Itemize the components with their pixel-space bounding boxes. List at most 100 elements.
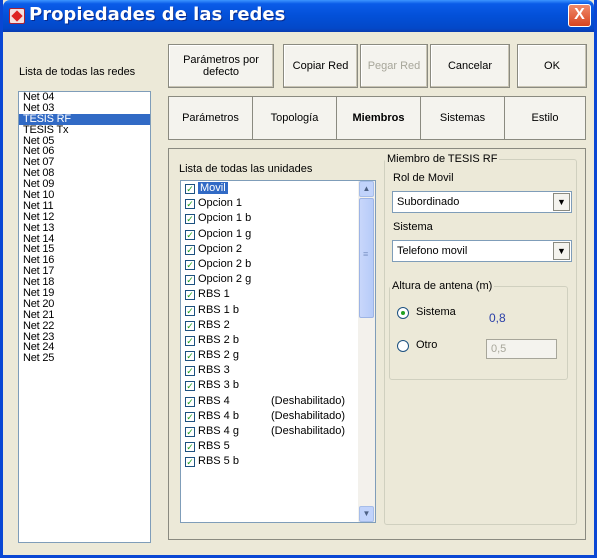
unit-checkbox[interactable]: ✓ <box>185 381 195 392</box>
unit-checkbox[interactable]: ✓ <box>185 199 195 210</box>
radio-sistema-label: Sistema <box>416 306 456 318</box>
unit-name: RBS 5 b <box>198 455 239 468</box>
unit-name: RBS 2 b <box>198 333 239 346</box>
unit-status: (Deshabilitado) <box>271 394 345 407</box>
unit-name: RBS 1 <box>198 288 230 301</box>
unit-checkbox[interactable]: ✓ <box>185 351 195 362</box>
unit-checkbox[interactable]: ✓ <box>185 244 195 255</box>
unit-name: Opcion 2 <box>198 242 243 255</box>
tab-parametros[interactable]: Parámetros <box>168 96 252 140</box>
unit-row[interactable]: ✓ RBS 2 <box>181 318 375 333</box>
networks-list-label: Lista de todas las redes <box>19 66 136 78</box>
system-select[interactable]: Telefono movil ▼ <box>392 240 572 262</box>
units-scrollbar[interactable]: ▲ ▼ <box>358 181 375 522</box>
app-icon <box>9 8 25 24</box>
unit-row[interactable]: ✓ Opcion 2 b <box>181 257 375 272</box>
unit-row[interactable]: ✓ RBS 5 <box>181 439 375 454</box>
role-label: Rol de Movil <box>393 172 454 184</box>
unit-name: RBS 3 <box>198 364 230 377</box>
network-item[interactable]: TESIS Tx <box>19 124 150 136</box>
title-bar[interactable]: Propiedades de las redes X <box>3 0 594 32</box>
unit-checkbox[interactable]: ✓ <box>185 366 195 377</box>
close-button[interactable]: X <box>568 4 591 27</box>
unit-name: Opcion 2 g <box>198 273 252 286</box>
unit-row[interactable]: ✓ Opcion 2 g <box>181 272 375 287</box>
system-label: Sistema <box>393 221 433 233</box>
antenna-height-group: Altura de antena (m) <box>389 280 568 380</box>
unit-name: Opcion 1 <box>198 197 243 210</box>
network-item[interactable]: Net 22 <box>19 320 150 332</box>
unit-row[interactable]: ✓ RBS 4 (Deshabilitado) <box>181 394 375 409</box>
scroll-thumb[interactable] <box>359 198 374 318</box>
copy-network-button[interactable]: Copiar Red <box>283 44 358 88</box>
scroll-up-arrow-icon[interactable]: ▲ <box>359 181 374 197</box>
unit-row[interactable]: ✓ RBS 2 b <box>181 333 375 348</box>
unit-checkbox[interactable]: ✓ <box>185 229 195 240</box>
ok-button[interactable]: OK <box>517 44 587 88</box>
tab-miembros[interactable]: Miembros <box>336 96 420 140</box>
network-item[interactable]: Net 13 <box>19 222 150 234</box>
unit-row[interactable]: ✓ RBS 3 b <box>181 378 375 393</box>
antenna-height-title: Altura de antena (m) <box>392 280 493 292</box>
unit-name: RBS 1 b <box>198 303 239 316</box>
unit-checkbox[interactable]: ✓ <box>185 184 195 194</box>
network-properties-window: Propiedades de las redes X Parámetros po… <box>0 0 597 558</box>
default-parameters-button[interactable]: Parámetros por defecto <box>168 44 274 88</box>
unit-checkbox[interactable]: ✓ <box>185 442 195 453</box>
unit-name: RBS 2 g <box>198 349 239 362</box>
unit-checkbox[interactable]: ✓ <box>185 275 195 286</box>
unit-name: Movil <box>198 182 228 194</box>
unit-row[interactable]: ✓ RBS 3 <box>181 363 375 378</box>
window-title: Propiedades de las redes <box>29 4 286 25</box>
radio-sistema[interactable] <box>397 307 409 319</box>
unit-checkbox[interactable]: ✓ <box>185 411 195 422</box>
scroll-down-arrow-icon[interactable]: ▼ <box>359 506 374 522</box>
cancel-button[interactable]: Cancelar <box>430 44 510 88</box>
unit-checkbox[interactable]: ✓ <box>185 305 195 316</box>
unit-row[interactable]: ✓ Movil <box>181 181 375 196</box>
tab-strip: Parámetros Topología Miembros Sistemas E… <box>168 96 586 140</box>
unit-checkbox[interactable]: ✓ <box>185 290 195 301</box>
paste-network-button[interactable]: Pegar Red <box>360 44 428 88</box>
units-list-label: Lista de todas las unidades <box>179 163 313 175</box>
unit-row[interactable]: ✓ RBS 1 b <box>181 303 375 318</box>
unit-row[interactable]: ✓ RBS 4 g (Deshabilitado) <box>181 424 375 439</box>
unit-checkbox[interactable]: ✓ <box>185 320 195 331</box>
unit-row[interactable]: ✓ RBS 5 b <box>181 454 375 469</box>
other-height-field[interactable]: 0,5 <box>486 339 557 359</box>
tab-estilo[interactable]: Estilo <box>504 96 586 140</box>
unit-status: (Deshabilitado) <box>271 425 345 437</box>
unit-checkbox[interactable]: ✓ <box>185 214 195 225</box>
role-select[interactable]: Subordinado ▼ <box>392 191 572 213</box>
unit-checkbox[interactable]: ✓ <box>185 335 195 346</box>
units-rows: ✓ Movil ✓ Opcion 1 ✓ Opcion 1 b ✓ Opcion 1 g ✓ Op… <box>181 181 375 470</box>
unit-row[interactable]: ✓ RBS 4 b (Deshabilitado) <box>181 409 375 424</box>
unit-name: RBS 4 b <box>198 409 239 422</box>
unit-checkbox[interactable]: ✓ <box>185 396 195 407</box>
networks-list[interactable]: Net 04 Net 03 TESIS RF TESIS Tx Net 05 Net 06… <box>18 91 151 543</box>
unit-name: Opcion 1 g <box>198 227 252 240</box>
unit-checkbox[interactable]: ✓ <box>185 259 195 270</box>
unit-checkbox[interactable]: ✓ <box>185 427 195 437</box>
unit-row[interactable]: ✓ RBS 1 <box>181 287 375 302</box>
role-value: Subordinado <box>397 196 460 208</box>
unit-row[interactable]: ✓ Opcion 1 g <box>181 227 375 242</box>
network-item[interactable]: Net 25 <box>19 353 150 364</box>
unit-status: (Deshabilitado) <box>271 409 345 422</box>
unit-name: RBS 5 <box>198 440 230 453</box>
tab-topologia[interactable]: Topología <box>252 96 336 140</box>
unit-row[interactable]: ✓ Opcion 1 <box>181 196 375 211</box>
unit-checkbox[interactable]: ✓ <box>185 457 195 468</box>
member-group-title: Miembro de TESIS RF <box>387 153 498 165</box>
unit-row[interactable]: ✓ RBS 2 g <box>181 348 375 363</box>
chevron-down-icon[interactable]: ▼ <box>553 242 570 260</box>
chevron-down-icon[interactable]: ▼ <box>553 193 570 211</box>
unit-name: RBS 2 <box>198 318 230 331</box>
units-list[interactable]: ✓ Movil ✓ Opcion 1 ✓ Opcion 1 b ✓ Opcion 1 g ✓ Op… <box>180 180 376 523</box>
radio-otro[interactable] <box>397 340 409 352</box>
tab-sistemas[interactable]: Sistemas <box>420 96 504 140</box>
unit-row[interactable]: ✓ Opcion 1 b <box>181 211 375 226</box>
unit-name: Opcion 2 b <box>198 257 252 270</box>
system-height-value: 0,8 <box>489 311 506 325</box>
unit-row[interactable]: ✓ Opcion 2 <box>181 242 375 257</box>
